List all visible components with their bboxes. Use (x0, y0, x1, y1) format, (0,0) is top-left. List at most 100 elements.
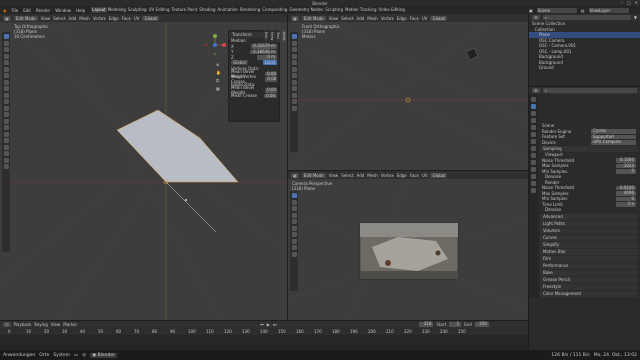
menu-select[interactable]: Select (341, 173, 353, 178)
terminal-icon[interactable]: ▭ (74, 353, 78, 358)
property-section-header[interactable]: Volumes (540, 227, 638, 234)
material-tab-icon[interactable] (531, 181, 536, 186)
menu-vertex[interactable]: Vertex (381, 16, 394, 21)
tab-rendering[interactable]: Rendering (239, 7, 261, 13)
camera-view-icon[interactable]: ⎚ (216, 78, 221, 83)
tool-tab-icon[interactable] (531, 97, 536, 102)
timeline-editor-type-button[interactable]: ◷ (3, 322, 11, 327)
measure-tool-icon[interactable] (291, 238, 297, 244)
modifier-tab-icon[interactable] (531, 146, 536, 151)
transform-tool-icon[interactable] (291, 66, 297, 72)
tab-layout[interactable]: Layout (91, 7, 107, 13)
tab-scripting[interactable]: Scripting (324, 7, 344, 13)
outliner-row[interactable]: Ground (529, 65, 640, 71)
minimize-icon[interactable]: – (621, 0, 623, 5)
menu-keying[interactable]: Keying (34, 322, 47, 327)
play-icon[interactable]: ▶ (267, 322, 270, 327)
object-tab-icon[interactable] (531, 139, 536, 144)
property-section-header[interactable]: Curves (540, 234, 638, 241)
move-tool-icon[interactable] (291, 206, 297, 211)
front-viewport-canvas[interactable] (288, 22, 528, 170)
x-field[interactable]: 0.32679 m (251, 43, 277, 49)
menu-uv[interactable]: UV (422, 173, 428, 178)
editor-type-button[interactable]: ▦ (3, 15, 11, 21)
move-tool-icon[interactable] (291, 47, 297, 52)
menu-add[interactable]: Add (357, 16, 365, 21)
property-section-header[interactable]: Motion Blur (540, 248, 638, 255)
jump-start-icon[interactable]: ⏮ (260, 322, 264, 327)
viewport-min-samples-field[interactable]: 0 (616, 168, 636, 174)
data-tab-icon[interactable] (531, 174, 536, 179)
menu-marker[interactable]: Marker (63, 322, 77, 327)
mode-selector[interactable]: Edit Mode (301, 15, 326, 21)
menu-vertex[interactable]: Vertex (93, 16, 106, 21)
cursor-tool-icon[interactable] (3, 40, 9, 46)
n-tab-tool[interactable]: Tool (276, 30, 280, 43)
places-menu[interactable]: Orte (39, 353, 49, 358)
bevel-tool-icon[interactable] (291, 99, 297, 104)
inset-tool-icon[interactable] (291, 251, 297, 257)
property-section-header[interactable]: Film (540, 255, 638, 262)
select-tool-icon[interactable] (291, 34, 297, 39)
shear-tool-icon[interactable] (3, 157, 9, 163)
measure-tool-icon[interactable] (291, 79, 297, 85)
jump-end-icon[interactable]: ⏭ (273, 322, 277, 327)
menu-view[interactable]: View (329, 16, 339, 21)
menu-add[interactable]: Add (357, 173, 365, 178)
add-cube-tool-icon[interactable] (3, 86, 9, 91)
tab-animation[interactable]: Animation (217, 7, 239, 13)
system-menu[interactable]: System (53, 353, 70, 358)
current-frame-field[interactable]: 318 (419, 322, 434, 327)
extrude-tool-icon[interactable] (3, 92, 9, 98)
mode-selector[interactable]: Edit Mode (13, 15, 38, 21)
global-button[interactable]: Global (231, 60, 248, 66)
property-section-header[interactable]: Freestyle (540, 283, 638, 290)
n-tab-view[interactable]: View (270, 30, 274, 43)
rip-tool-icon[interactable] (3, 164, 9, 169)
property-section-header[interactable]: Grease Pencil (540, 276, 638, 283)
menu-uv[interactable]: UV (134, 16, 140, 21)
scale-tool-icon[interactable] (291, 219, 297, 224)
n-tab-item[interactable]: Item (282, 30, 286, 43)
menu-view[interactable]: View (329, 173, 339, 178)
menu-vertex[interactable]: Vertex (381, 173, 394, 178)
render-tab-icon[interactable] (531, 104, 536, 109)
vertex-crease-field[interactable]: 0.00 (265, 76, 277, 82)
device-dropdown[interactable]: GPU Compute (591, 139, 636, 145)
editor-type-button[interactable]: ▦ (291, 15, 299, 21)
scale-tool-icon[interactable] (291, 60, 297, 65)
render-subsection[interactable]: Render (545, 180, 559, 185)
menu-select[interactable]: Select (341, 16, 353, 21)
datetime[interactable]: Mo, 24. Okt., 13:02 (594, 353, 637, 358)
maximize-icon[interactable]: □ (627, 0, 631, 5)
cursor-tool-icon[interactable] (291, 199, 297, 205)
orientation-selector[interactable]: Global (430, 15, 448, 21)
menu-view[interactable]: View (51, 322, 61, 327)
pan-icon[interactable]: ✋ (216, 70, 221, 75)
time-limit-field[interactable]: 0 s (616, 201, 636, 207)
transform-tool-icon[interactable] (3, 66, 9, 72)
start-frame-field[interactable]: 1 (449, 322, 462, 327)
camera-viewport-canvas[interactable] (288, 179, 528, 320)
scene-selector[interactable]: Scene (536, 7, 577, 13)
texture-tab-icon[interactable] (531, 188, 536, 193)
move-tool-icon[interactable] (3, 47, 9, 52)
menu-face[interactable]: Face (122, 16, 131, 21)
menu-face[interactable]: Face (410, 173, 419, 178)
constraints-tab-icon[interactable] (531, 167, 536, 172)
z-field[interactable]: 0 m (257, 54, 277, 60)
tab-shading[interactable]: Shading (198, 7, 216, 13)
knife-tool-icon[interactable] (3, 118, 9, 124)
tab-uv-editing[interactable]: UV Editing (148, 7, 171, 13)
tab-modeling[interactable]: Modeling (107, 7, 127, 13)
properties-editor-type-button[interactable]: ⚙ (532, 88, 540, 93)
filter-icon[interactable]: ▼ (634, 15, 637, 20)
left-viewport[interactable]: Top Orthographic (318) Plane 10 Centimet… (0, 22, 287, 320)
menu-uv[interactable]: UV (422, 16, 428, 21)
menu-edge[interactable]: Edge (109, 16, 119, 21)
close-icon[interactable]: ✕ (635, 0, 638, 5)
extrude-tool-icon[interactable] (291, 86, 297, 91)
property-section-header[interactable]: Color Management (540, 290, 638, 297)
render-denoise-toggle[interactable]: Denoise (545, 207, 561, 212)
menu-mesh[interactable]: Mesh (367, 16, 378, 21)
